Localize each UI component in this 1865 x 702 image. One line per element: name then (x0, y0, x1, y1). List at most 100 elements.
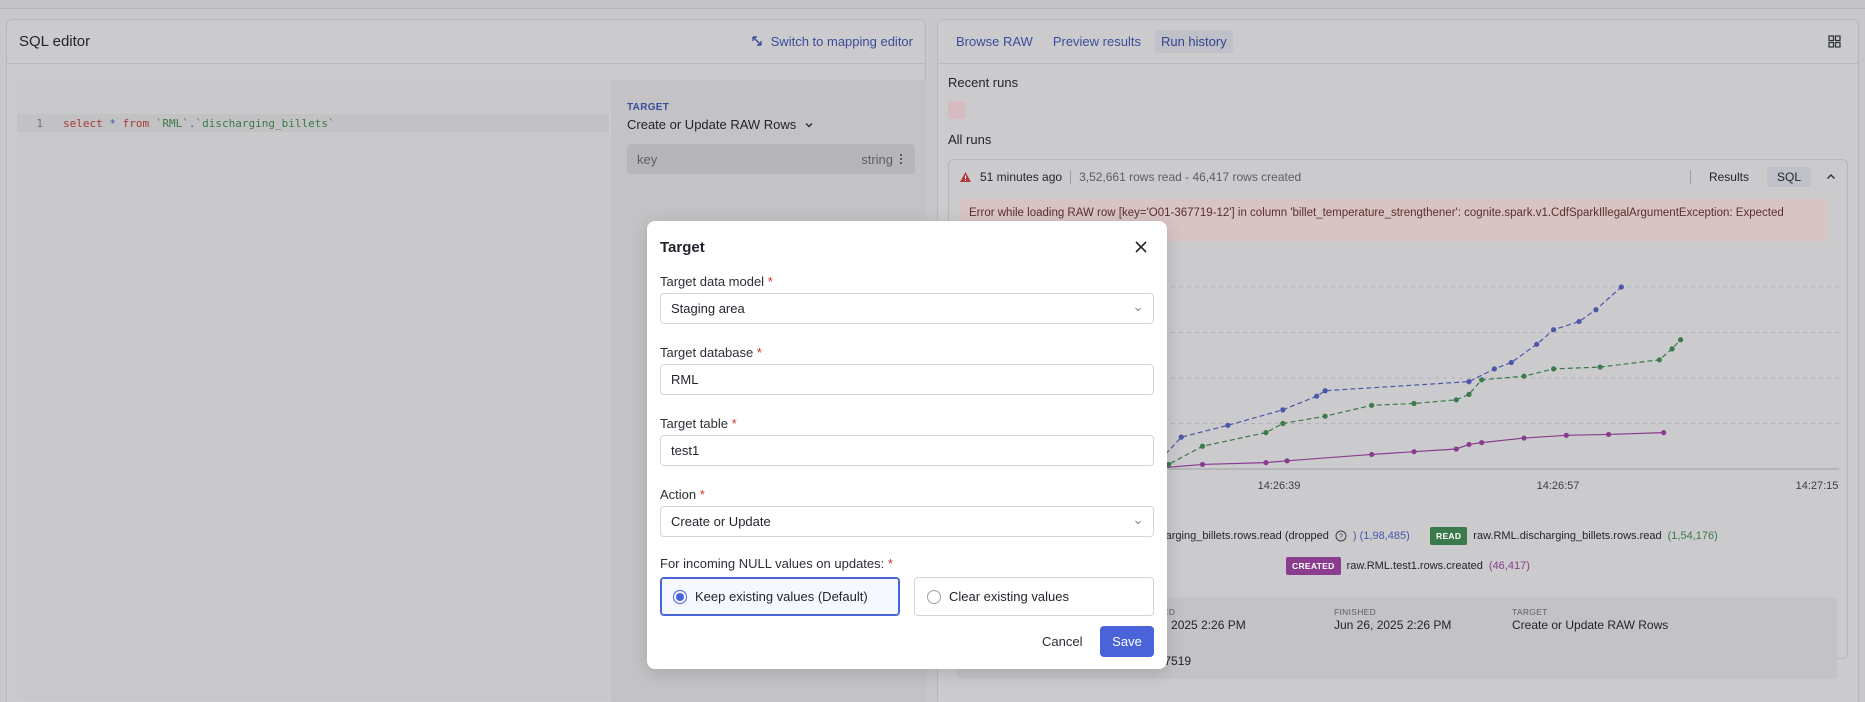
data-point (1453, 446, 1459, 452)
data-point (1263, 430, 1269, 436)
data-point (1656, 357, 1662, 363)
dialog-title: Target (660, 239, 705, 256)
keep-existing-option[interactable]: Keep existing values (Default) (660, 577, 900, 616)
data-point (1466, 441, 1472, 448)
legend-dropped[interactable]: charging_billets.rows.read (dropped ? ) … (1154, 530, 1410, 542)
recent-run-marker[interactable] (948, 101, 966, 119)
finished-label: FINISHED (1334, 607, 1377, 617)
all-runs-title: All runs (948, 132, 992, 147)
save-button[interactable]: Save (1100, 626, 1154, 657)
chevron-down-icon (1135, 307, 1141, 311)
data-point (1369, 402, 1375, 408)
data-point (1453, 397, 1459, 403)
table-input[interactable]: test1 (660, 435, 1154, 466)
target-select[interactable]: Create or Update RAW Rows (627, 117, 814, 132)
legend-created[interactable]: CREATED raw.RML.test1.rows.created (46,4… (1286, 557, 1530, 575)
data-point (1597, 364, 1603, 370)
series-line (1147, 432, 1664, 470)
data-point (1263, 460, 1269, 466)
code-line[interactable]: 1 select * from `RML`. `discharging_bille… (17, 114, 609, 132)
data-point (1466, 391, 1472, 397)
tab-browse-raw[interactable]: Browse RAW (950, 30, 1039, 53)
panel-title: SQL editor (19, 33, 91, 50)
target-dialog: Target Target data model * Staging area … (647, 221, 1167, 669)
data-point (1369, 451, 1375, 458)
data-point (1280, 407, 1286, 413)
warning-icon (960, 172, 971, 182)
target-value: Create or Update RAW Rows (1512, 618, 1669, 632)
chevron-down-icon (1135, 520, 1141, 524)
run-time-ago: 51 minutes ago (980, 170, 1063, 184)
run-stats: 3,52,661 rows read - 46,417 rows created (1079, 170, 1302, 184)
more-vertical-icon[interactable] (897, 153, 905, 165)
legend-read[interactable]: READ raw.RML.discharging_billets.rows.re… (1430, 527, 1718, 545)
data-point (1322, 388, 1328, 394)
line-number: 1 (36, 116, 43, 130)
created-tag: CREATED (1286, 557, 1341, 575)
sql-toggle[interactable]: SQL (1766, 167, 1811, 187)
radio-unselected[interactable] (927, 589, 941, 604)
data-point (1551, 327, 1557, 333)
top-strip (0, 0, 1865, 9)
cancel-button[interactable]: Cancel (1030, 626, 1094, 657)
key-name: key (637, 151, 658, 167)
separator (1689, 170, 1691, 184)
run-panel-header: Browse RAW Preview results Run history (938, 20, 1858, 64)
database-input[interactable]: RML (660, 364, 1154, 395)
svg-text:?: ? (1339, 534, 1343, 541)
layout-toggle-button[interactable] (1822, 30, 1846, 54)
chevron-down-icon (805, 122, 813, 127)
target-label: TARGET (1512, 607, 1548, 617)
run-actions: Results SQL (1689, 167, 1837, 187)
clear-existing-label: Clear existing values (949, 589, 1069, 604)
legend-dropped-count: ) (1,98,485) (1352, 530, 1410, 542)
target-select-value: Create or Update RAW Rows (627, 117, 797, 132)
data-point (1606, 431, 1612, 438)
results-toggle[interactable]: Results (1699, 167, 1759, 187)
sql-star: * (109, 116, 116, 130)
recent-runs-title: Recent runs (948, 75, 1019, 90)
data-point (1284, 458, 1290, 464)
close-icon[interactable] (1132, 238, 1150, 256)
data-model-select[interactable]: Staging area (660, 293, 1154, 324)
sql-schema: `RML` (155, 116, 189, 130)
radio-selected[interactable] (673, 589, 687, 604)
tab-run-history[interactable]: Run history (1154, 30, 1233, 53)
legend-read-text: raw.RML.discharging_billets.rows.read (1473, 530, 1662, 542)
chevron-up-icon[interactable] (1825, 171, 1837, 183)
action-label: Action * (660, 487, 705, 502)
switch-label: Switch to mapping editor (770, 34, 913, 49)
data-point (1322, 413, 1328, 419)
data-point (1669, 346, 1675, 352)
clear-existing-option[interactable]: Clear existing values (914, 577, 1154, 616)
sql-dot: . (188, 116, 196, 130)
code-editor[interactable]: 1 select * from `RML`. `discharging_bille… (17, 80, 609, 700)
sql-table: `discharging_billets` (195, 116, 335, 130)
data-point (1508, 359, 1514, 366)
data-point (1521, 435, 1527, 441)
mapping-icon (751, 36, 762, 46)
run-header[interactable]: 51 minutes ago 3,52,661 rows read - 46,4… (949, 160, 1847, 194)
data-point (1479, 440, 1485, 446)
data-point (1314, 393, 1320, 399)
series-line (1159, 286, 1622, 461)
database-label: Target database * (660, 345, 762, 360)
finished-value: Jun 26, 2025 2:26 PM (1334, 618, 1452, 632)
legend-dropped-text: charging_billets.rows.read (dropped (1154, 530, 1329, 542)
data-point (1466, 379, 1472, 385)
grid-icon (1827, 35, 1841, 48)
data-point (1199, 443, 1206, 449)
data-point (1661, 430, 1667, 436)
data-point (1563, 432, 1569, 438)
switch-to-mapping-editor-link[interactable]: Switch to mapping editor (751, 34, 913, 49)
data-point (1551, 366, 1557, 372)
data-point (1225, 422, 1231, 428)
tab-preview-results[interactable]: Preview results (1047, 30, 1147, 53)
data-point (1178, 434, 1184, 440)
tab-bar: Browse RAW Preview results Run history (950, 30, 1233, 53)
action-select[interactable]: Create or Update (660, 506, 1154, 537)
table-label: Target table * (660, 416, 737, 431)
data-point (1199, 461, 1206, 468)
x-tick-label: 14:26:57 (1537, 480, 1580, 492)
data-point (1521, 373, 1527, 379)
